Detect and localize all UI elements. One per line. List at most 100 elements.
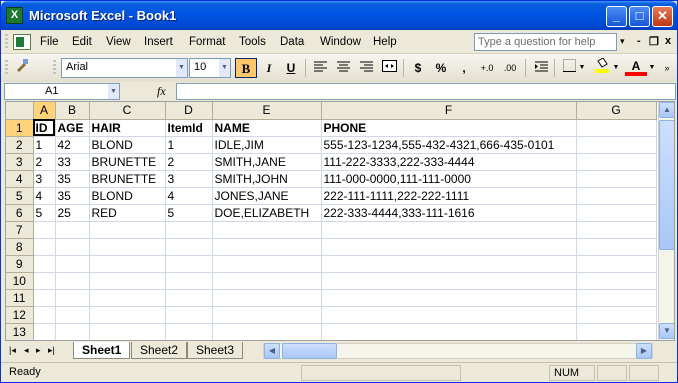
cell[interactable] — [165, 272, 213, 290]
cell[interactable] — [212, 306, 322, 324]
doc-restore-button[interactable]: ❐ — [649, 35, 659, 48]
cell[interactable] — [89, 272, 166, 290]
cell[interactable]: 3 — [33, 170, 56, 188]
cell[interactable] — [212, 238, 322, 256]
cell[interactable] — [165, 255, 213, 273]
column-header[interactable]: D — [165, 102, 213, 120]
cell[interactable]: 4 — [165, 187, 213, 205]
cell[interactable]: 35 — [55, 187, 90, 205]
select-all-corner[interactable] — [6, 102, 34, 120]
cell[interactable] — [33, 323, 56, 340]
merge-center-icon[interactable] — [378, 58, 400, 78]
decrease-decimal-button[interactable]: .00 — [499, 58, 521, 78]
cell[interactable] — [576, 170, 657, 188]
cell[interactable] — [212, 255, 322, 273]
cell[interactable]: NAME — [212, 119, 322, 137]
cell[interactable]: 4 — [33, 187, 56, 205]
cell[interactable] — [321, 323, 577, 340]
cell[interactable]: PHONE — [321, 119, 577, 137]
cell[interactable]: 25 — [55, 204, 90, 222]
next-sheet-icon[interactable]: ▸ — [36, 345, 41, 356]
cell[interactable] — [33, 238, 56, 256]
increase-decimal-button[interactable]: +.0 — [476, 58, 498, 78]
cell[interactable] — [55, 221, 90, 239]
cell[interactable]: 555-123-1234,555-432-4321,666-435-0101 — [321, 136, 577, 154]
cell[interactable] — [576, 204, 657, 222]
menu-help[interactable]: Help — [373, 36, 397, 48]
vertical-scrollbar[interactable]: ▲ ▼ — [658, 102, 674, 340]
menu-edit[interactable]: Edit — [72, 36, 92, 48]
workbook-icon[interactable] — [13, 34, 31, 50]
align-right-icon[interactable] — [355, 58, 377, 78]
cell[interactable]: BLOND — [89, 187, 166, 205]
toolbar-options-icon[interactable] — [12, 58, 32, 78]
cell[interactable]: AGE — [55, 119, 90, 137]
tab-sheet2[interactable]: Sheet2 — [131, 342, 188, 359]
cell[interactable]: 35 — [55, 170, 90, 188]
formula-input[interactable] — [176, 83, 676, 100]
cell[interactable]: HAIR — [89, 119, 166, 137]
cell[interactable] — [576, 323, 657, 340]
cell[interactable] — [33, 289, 56, 307]
column-header[interactable]: F — [321, 102, 577, 120]
cell[interactable]: IDLE,JIM — [212, 136, 322, 154]
cell[interactable] — [321, 272, 577, 290]
font-grip[interactable] — [53, 60, 56, 76]
cell[interactable]: 111-222-3333,222-333-4444 — [321, 153, 577, 171]
row-header[interactable]: 12 — [6, 306, 34, 324]
scroll-right-icon[interactable]: ▶ — [636, 343, 652, 359]
horizontal-scrollbar[interactable]: ◀ ▶ — [263, 343, 653, 359]
align-left-icon[interactable] — [309, 58, 331, 78]
cell[interactable]: 42 — [55, 136, 90, 154]
cell[interactable] — [576, 187, 657, 205]
cell[interactable] — [576, 289, 657, 307]
cell[interactable] — [55, 272, 90, 290]
cell[interactable] — [165, 306, 213, 324]
doc-close-button[interactable]: x — [665, 35, 671, 47]
menu-window[interactable]: Window — [320, 36, 361, 48]
prev-sheet-icon[interactable]: ◂ — [24, 345, 29, 356]
row-header[interactable]: 5 — [6, 187, 34, 205]
cell[interactable] — [89, 289, 166, 307]
cell[interactable] — [55, 306, 90, 324]
cell[interactable] — [576, 238, 657, 256]
first-sheet-icon[interactable]: |◂ — [9, 345, 16, 356]
minimize-button[interactable]: _ — [606, 6, 627, 27]
cell[interactable]: 33 — [55, 153, 90, 171]
cell[interactable]: 222-111-1111,222-222-1111 — [321, 187, 577, 205]
cell[interactable] — [33, 306, 56, 324]
cell[interactable] — [89, 238, 166, 256]
column-header[interactable]: E — [212, 102, 322, 120]
scroll-thumb[interactable] — [659, 120, 674, 250]
cell[interactable] — [321, 255, 577, 273]
cell[interactable]: 3 — [165, 170, 213, 188]
cell[interactable] — [212, 221, 322, 239]
comma-style-button[interactable]: , — [453, 58, 475, 78]
row-header[interactable]: 6 — [6, 204, 34, 222]
insert-function-icon[interactable]: fx — [157, 84, 166, 99]
hscroll-thumb[interactable] — [282, 343, 337, 359]
column-header[interactable]: A — [33, 102, 56, 120]
cell[interactable] — [89, 306, 166, 324]
cell[interactable] — [576, 153, 657, 171]
underline-button[interactable]: U — [280, 58, 302, 78]
font-color-button[interactable]: A — [625, 58, 647, 76]
column-header[interactable]: G — [576, 102, 657, 120]
cell[interactable] — [576, 255, 657, 273]
menu-file[interactable]: File — [40, 36, 59, 48]
column-header[interactable]: B — [55, 102, 90, 120]
cell[interactable]: 2 — [33, 153, 56, 171]
tab-sheet1[interactable]: Sheet1 — [73, 342, 131, 359]
scroll-down-icon[interactable]: ▼ — [659, 323, 674, 339]
row-header[interactable]: 11 — [6, 289, 34, 307]
cell[interactable] — [89, 221, 166, 239]
cell[interactable] — [55, 255, 90, 273]
cell[interactable] — [89, 255, 166, 273]
cell[interactable]: RED — [89, 204, 166, 222]
chevron-down-icon[interactable]: ▼ — [219, 59, 230, 77]
cell[interactable]: 1 — [165, 136, 213, 154]
row-header[interactable]: 9 — [6, 255, 34, 273]
cell[interactable]: 111-000-0000,111-111-0000 — [321, 170, 577, 188]
chevron-down-icon[interactable]: ▼ — [108, 84, 119, 99]
title-bar[interactable]: X Microsoft Excel - Book1 _ □ ✕ — [1, 1, 677, 30]
